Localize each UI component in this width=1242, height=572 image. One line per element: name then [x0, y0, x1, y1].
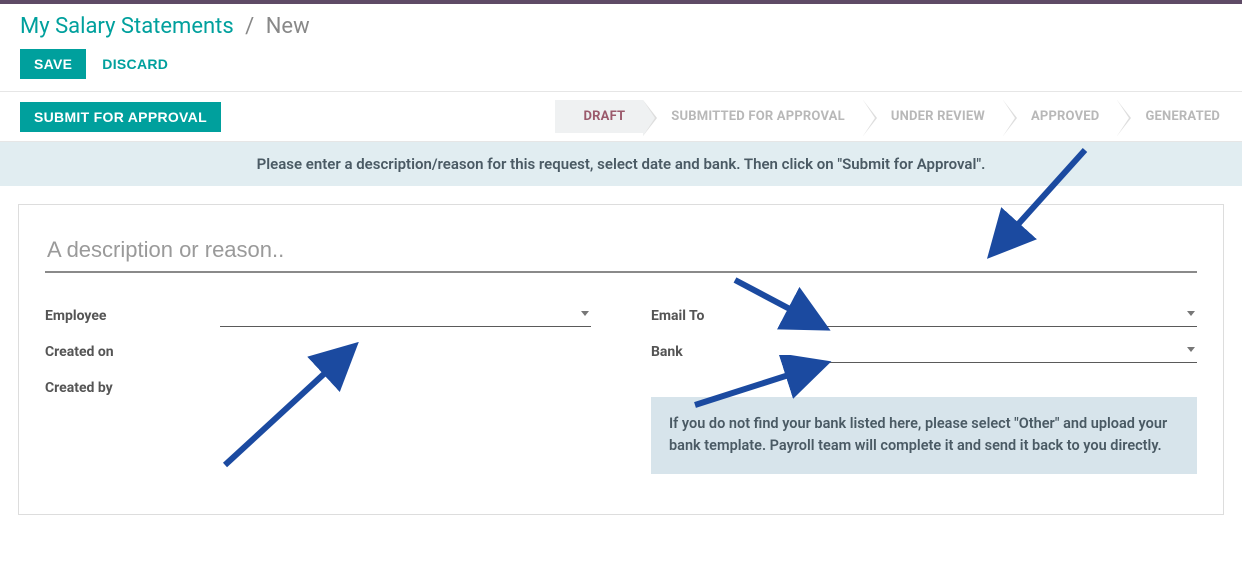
form-card: Employee Created on Created by Email To: [18, 204, 1224, 515]
field-employee: [220, 305, 591, 327]
field-bank: [826, 341, 1197, 363]
breadcrumb-current: New: [266, 14, 310, 39]
status-step-generated[interactable]: GENERATED: [1117, 100, 1238, 133]
label-employee: Employee: [45, 308, 220, 327]
row-created-by: Created by: [45, 375, 591, 399]
bank-info-box: If you do not find your bank listed here…: [651, 397, 1197, 474]
status-step-under-review[interactable]: UNDER REVIEW: [863, 100, 1003, 133]
row-created-on: Created on: [45, 339, 591, 363]
page-header: My Salary Statements / New SAVE DISCARD: [0, 4, 1242, 92]
chevron-down-icon: [581, 311, 589, 316]
form-col-right: Email To Bank If you do not find your ba…: [651, 303, 1197, 474]
form-col-left: Employee Created on Created by: [45, 303, 591, 474]
breadcrumb-root[interactable]: My Salary Statements: [20, 14, 234, 39]
breadcrumb-separator: /: [245, 14, 254, 39]
email-to-select[interactable]: [826, 305, 1197, 327]
row-employee: Employee: [45, 303, 591, 327]
field-email-to: [826, 305, 1197, 327]
header-button-row: SAVE DISCARD: [20, 49, 1222, 79]
form-grid: Employee Created on Created by Email To: [45, 303, 1197, 474]
label-created-by: Created by: [45, 380, 220, 399]
label-email-to: Email To: [651, 308, 826, 327]
status-chain: DRAFT SUBMITTED FOR APPROVAL UNDER REVIE…: [555, 100, 1238, 133]
instruction-banner: Please enter a description/reason for th…: [0, 142, 1242, 186]
chevron-down-icon: [1187, 347, 1195, 352]
description-input[interactable]: [45, 231, 1197, 273]
row-bank: Bank: [651, 339, 1197, 363]
label-created-on: Created on: [45, 344, 220, 363]
status-row: SUBMIT FOR APPROVAL DRAFT SUBMITTED FOR …: [0, 92, 1242, 142]
bank-select[interactable]: [826, 341, 1197, 363]
status-step-submitted[interactable]: SUBMITTED FOR APPROVAL: [643, 100, 863, 133]
row-email-to: Email To: [651, 303, 1197, 327]
breadcrumb: My Salary Statements / New: [20, 14, 1222, 39]
discard-button[interactable]: DISCARD: [102, 56, 168, 72]
status-step-approved[interactable]: APPROVED: [1003, 100, 1118, 133]
chevron-down-icon: [1187, 311, 1195, 316]
save-button[interactable]: SAVE: [20, 49, 86, 79]
status-step-draft[interactable]: DRAFT: [555, 100, 643, 133]
submit-for-approval-button[interactable]: SUBMIT FOR APPROVAL: [20, 102, 221, 132]
label-bank: Bank: [651, 344, 826, 363]
employee-select[interactable]: [220, 305, 591, 327]
